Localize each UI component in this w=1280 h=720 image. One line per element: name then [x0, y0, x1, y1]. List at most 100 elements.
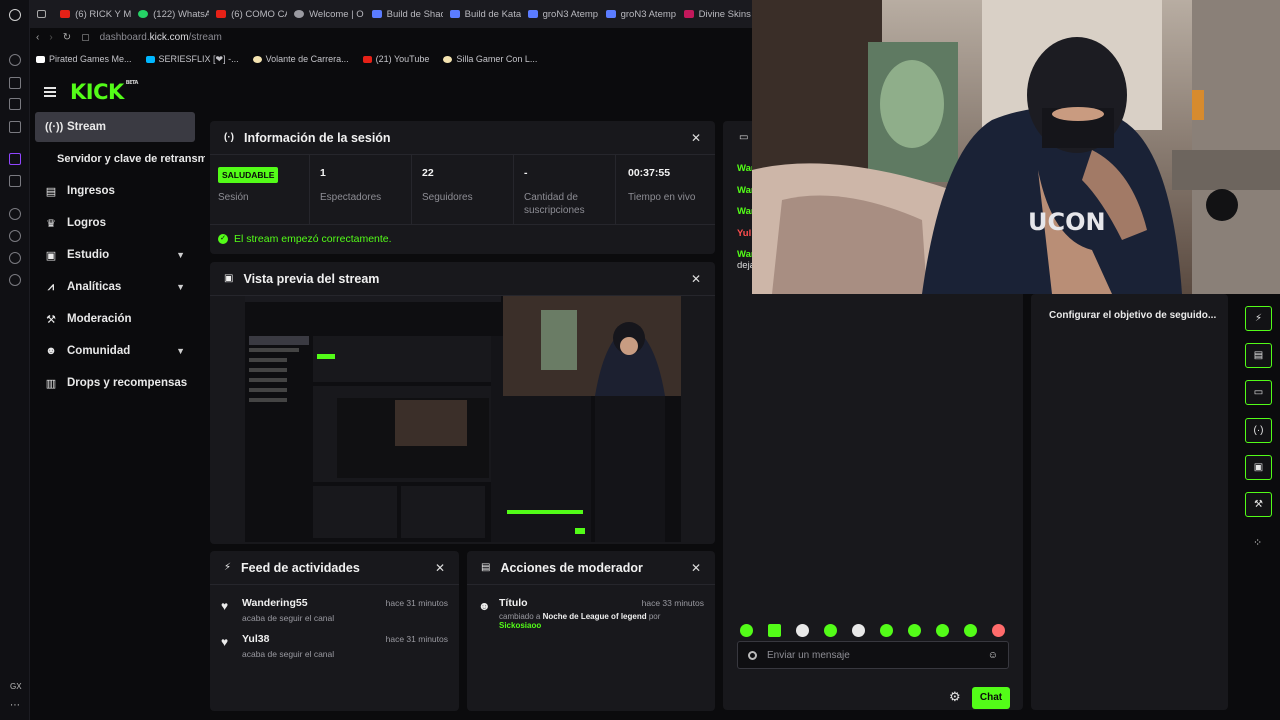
- tab[interactable]: (122) WhatsA: [131, 3, 209, 25]
- emote-icon[interactable]: [796, 624, 809, 637]
- tab[interactable]: Welcome | O: [287, 3, 364, 25]
- player-icon[interactable]: [9, 208, 21, 220]
- emote-icon[interactable]: [768, 624, 781, 637]
- bookmark[interactable]: Pirated Games Me...: [36, 54, 132, 64]
- tab[interactable]: Build de Kata: [443, 3, 521, 25]
- bookmark[interactable]: Silla Gamer Con L...: [443, 54, 537, 64]
- moderator-name[interactable]: Sickosiaoo: [499, 621, 541, 630]
- broadcast-icon[interactable]: (·): [1245, 418, 1272, 443]
- sidebar-item-logros[interactable]: ♛ Logros: [35, 208, 195, 238]
- send-chat-button[interactable]: Chat: [972, 687, 1010, 709]
- divine-skins-icon: [683, 10, 694, 18]
- settings-icon[interactable]: [9, 274, 21, 286]
- stream-preview-video[interactable]: [245, 296, 681, 542]
- tab-label: (6) RICK Y M: [75, 8, 132, 20]
- history-icon[interactable]: [9, 230, 21, 242]
- bookmark[interactable]: (21) YouTube: [362, 54, 429, 64]
- forward-icon[interactable]: ›: [49, 32, 52, 43]
- more-icon[interactable]: ⋯: [10, 700, 20, 711]
- emote-icon[interactable]: [992, 624, 1005, 637]
- drops-icon: ▥: [45, 377, 57, 390]
- sidebar-item-label: Ingresos: [67, 185, 115, 197]
- bookmark[interactable]: SERIESFLIX [❤] -...: [145, 54, 239, 65]
- community-icon: ☻: [45, 345, 57, 357]
- chat-badge-icon[interactable]: [748, 650, 757, 660]
- x-twitter-icon[interactable]: [9, 175, 21, 187]
- emote-icon[interactable]: [880, 624, 893, 637]
- mod-actions-header: ▤ Acciones de moderador ✕: [467, 551, 715, 585]
- sidebar-refresh-icon[interactable]: [9, 54, 21, 66]
- sidebar-item-drops[interactable]: ▥ Drops y recompensas: [35, 368, 195, 398]
- tab[interactable]: groN3 Atemp: [521, 3, 599, 25]
- action-time: hace 33 minutos: [641, 598, 704, 608]
- bookmark-label: Pirated Games Me...: [49, 54, 132, 64]
- bolt-icon[interactable]: ⚡: [1245, 306, 1272, 331]
- tab-icon-button[interactable]: [30, 3, 53, 25]
- subs-stat: - Cantidad de suscripciones: [514, 155, 616, 224]
- sidebar-item-analiticas[interactable]: ⩘ Analíticas ▼: [35, 272, 195, 302]
- status-message: El stream empezó correctamente.: [234, 233, 392, 245]
- whatsapp-icon: [138, 10, 149, 18]
- tab[interactable]: Build de Shac: [365, 3, 443, 25]
- close-icon[interactable]: ✕: [435, 561, 445, 575]
- menu-icon[interactable]: [44, 87, 56, 97]
- sidebar-item-label: Servidor y clave de retransm: [57, 153, 205, 165]
- bookmark-label: Volante de Carrera...: [265, 54, 349, 64]
- stream-preview-header: ▣ Vista previa del stream ✕: [210, 262, 715, 296]
- sidebar-item-stream[interactable]: ((·)) Stream: [35, 112, 195, 142]
- sidebar-item-server-key[interactable]: Servidor y clave de retransm: [35, 144, 205, 174]
- close-icon[interactable]: ✕: [691, 561, 701, 575]
- activity-description: acaba de seguir el canal: [242, 613, 335, 623]
- box-icon[interactable]: [9, 252, 21, 264]
- emote-icon[interactable]: [936, 624, 949, 637]
- emote-icon[interactable]: [908, 624, 921, 637]
- sidebar-extension-icon[interactable]: [9, 98, 21, 110]
- close-icon[interactable]: ✕: [691, 131, 701, 145]
- sidebar-m-icon[interactable]: [9, 121, 21, 133]
- chat-message-input[interactable]: Enviar un mensaje ☺: [737, 641, 1009, 669]
- opera-logo-icon[interactable]: [9, 9, 21, 21]
- tab[interactable]: groN3 Atemp: [599, 3, 677, 25]
- chat-bubble-icon[interactable]: ▭: [1245, 380, 1272, 405]
- twitch-icon[interactable]: [9, 153, 21, 165]
- share-icon[interactable]: ⁘: [1253, 536, 1262, 549]
- chat-settings-panel: Configurar el objetivo de seguido...: [1031, 294, 1228, 710]
- close-icon[interactable]: ✕: [691, 272, 701, 286]
- document-icon[interactable]: ▤: [1245, 343, 1272, 368]
- sidebar-item-label: Drops y recompensas: [67, 377, 188, 389]
- emote-icon[interactable]: [964, 624, 977, 637]
- panel-title: Vista previa del stream: [243, 271, 380, 286]
- stat-value: -: [524, 167, 528, 179]
- chat-settings-gear-icon[interactable]: ⚙: [949, 689, 961, 705]
- youtube-icon: [216, 10, 227, 18]
- chevron-down-icon: ▼: [176, 282, 185, 292]
- emote-icon[interactable]: [824, 624, 837, 637]
- action-prefix: cambiado a: [499, 612, 541, 621]
- emote-icon[interactable]: [852, 624, 865, 637]
- tab[interactable]: (6) RICK Y M: [53, 3, 131, 25]
- sidebar-item-estudio[interactable]: ▣ Estudio ▼: [35, 240, 195, 270]
- emote-bar: [740, 624, 1005, 637]
- emote-icon[interactable]: [740, 624, 753, 637]
- tab[interactable]: (6) COMO CA: [209, 3, 287, 25]
- layout-icon[interactable]: ▣: [1245, 455, 1272, 480]
- sidebar-item-moderacion[interactable]: ⚒ Moderación: [35, 304, 195, 334]
- url-field[interactable]: dashboard.kick.com/stream: [100, 32, 222, 43]
- stream-started-message: ✓ El stream empezó correctamente.: [210, 225, 715, 253]
- back-icon[interactable]: ‹: [36, 32, 39, 43]
- sidebar-item-comunidad[interactable]: ☻ Comunidad ▼: [35, 336, 195, 366]
- tab-label: Divine Skins: [698, 8, 751, 20]
- chat-icon: ▭: [739, 132, 749, 143]
- bookmark[interactable]: Volante de Carrera...: [252, 54, 349, 64]
- broadcast-icon: ((·)): [45, 121, 64, 133]
- mod-actions-panel: ▤ Acciones de moderador ✕ ☻ Título cambi…: [467, 551, 715, 711]
- reload-icon[interactable]: ↻: [63, 32, 71, 43]
- follower-goal-setting[interactable]: Configurar el objetivo de seguido...: [1049, 310, 1216, 321]
- wrench-icon[interactable]: ⚒: [1245, 492, 1272, 517]
- beta-badge: BETA: [125, 80, 139, 86]
- sidebar-gamer-icon[interactable]: [9, 77, 21, 89]
- sidebar-item-ingresos[interactable]: ▤ Ingresos: [35, 176, 195, 206]
- kick-logo[interactable]: KICK BETA: [70, 80, 138, 104]
- emoji-picker-icon[interactable]: ☺: [988, 650, 998, 661]
- tab[interactable]: Divine Skins: [677, 3, 752, 25]
